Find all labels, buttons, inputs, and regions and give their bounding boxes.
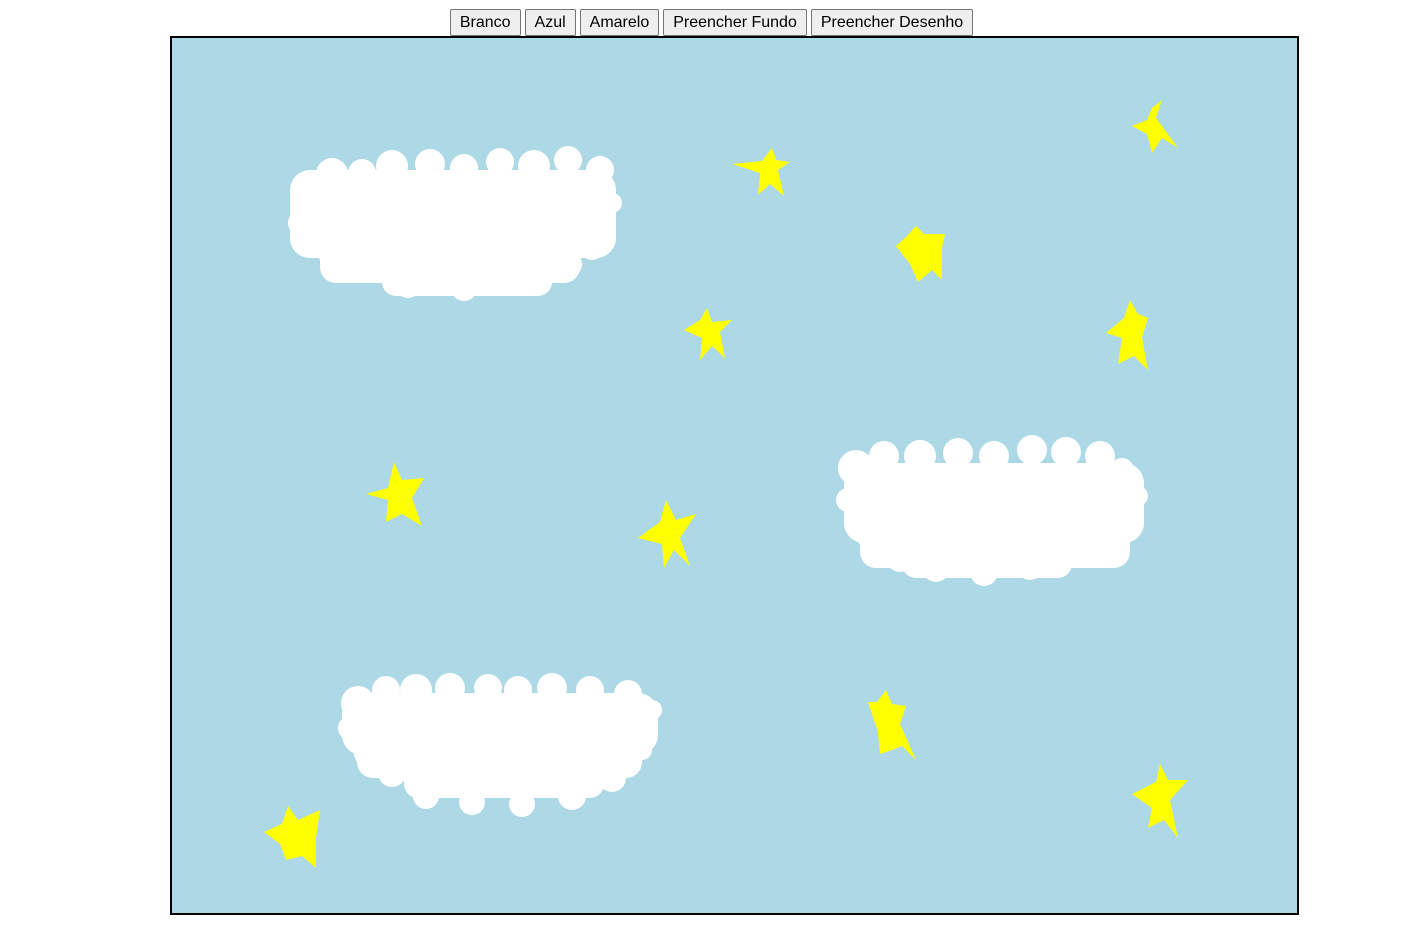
fill-drawing-button[interactable]: Preencher Desenho (810, 9, 974, 36)
drawing-canvas[interactable] (170, 36, 1299, 915)
cloud-middle-right (836, 435, 1148, 586)
toolbar: Branco Azul Amarelo Preencher Fundo Pree… (0, 9, 1423, 36)
white-color-button[interactable]: Branco (449, 9, 521, 36)
cloud-top-left (288, 146, 622, 301)
yellow-color-button[interactable]: Amarelo (579, 9, 660, 36)
blue-color-button[interactable]: Azul (524, 9, 576, 36)
fill-background-button[interactable]: Preencher Fundo (663, 9, 807, 36)
drawing-surface[interactable] (172, 38, 1297, 913)
